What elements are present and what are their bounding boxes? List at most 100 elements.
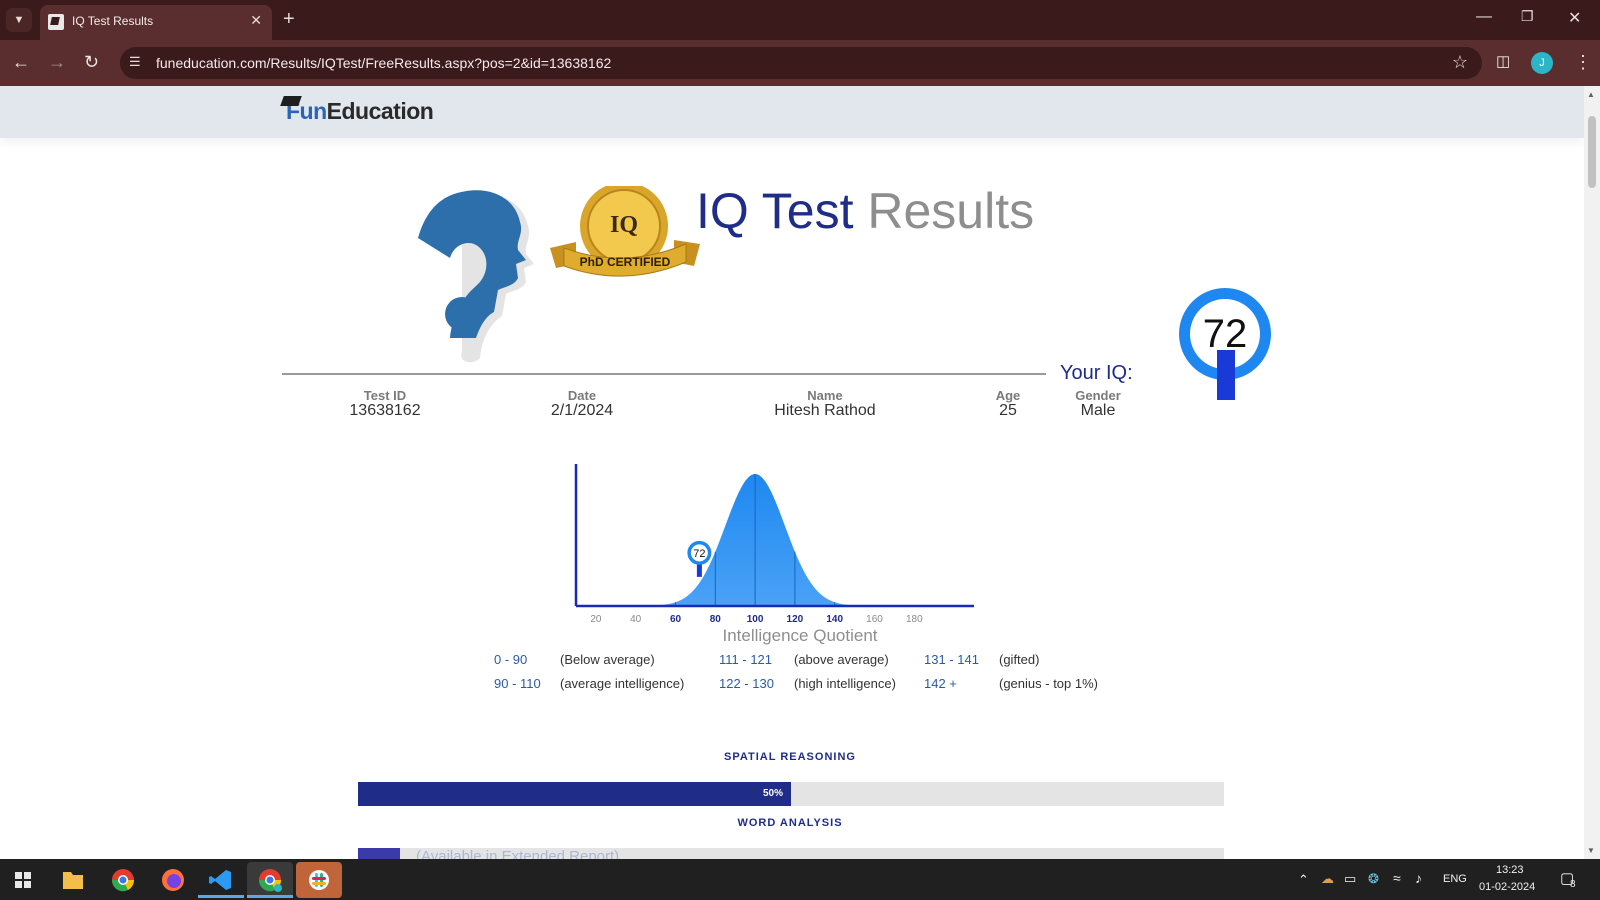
logo-text-education: Education [326, 98, 434, 124]
x-tick-label: 160 [866, 614, 883, 625]
taskbar-active-indicator [247, 895, 293, 898]
forward-arrow-icon[interactable]: → [48, 52, 66, 72]
legend-desc: (high intelligence) [794, 676, 896, 691]
legend-col-3: 131 - 141 (gifted) 142 + (genius - top 1%) [924, 652, 1098, 691]
word-locked-text[interactable]: (Available in Extended Report) [416, 848, 619, 859]
minimize-icon[interactable]: — [1476, 8, 1492, 26]
info-test-id: Test ID 13638162 [344, 388, 426, 420]
tray-chevron-icon[interactable]: ⌃ [1298, 872, 1309, 888]
back-arrow-icon[interactable]: ← [12, 52, 30, 72]
page-scrollbar[interactable]: ▲ ▼ [1584, 86, 1600, 859]
browser-tab-bar: ▼ IQ Test Results ✕ + — ❐ ✕ [0, 0, 1600, 40]
start-windows-icon[interactable] [0, 862, 46, 898]
your-iq-label: Your IQ: [1060, 362, 1133, 384]
slack-icon[interactable] [296, 862, 342, 898]
title-part-results: Results [867, 183, 1035, 239]
info-label-name: Name [807, 388, 843, 403]
url-text[interactable]: funeducation.com/Results/IQTest/FreeResu… [156, 55, 611, 71]
chrome-icon[interactable] [100, 862, 146, 898]
funeducation-logo[interactable]: FunEducation [280, 96, 434, 125]
legend-range: 142 + [924, 676, 957, 691]
tab-search-chevron-icon[interactable]: ▼ [6, 8, 32, 32]
weather-icon[interactable]: ☁ [1321, 871, 1334, 887]
vscode-icon[interactable] [198, 862, 244, 898]
file-explorer-icon[interactable] [50, 862, 96, 898]
graduation-cap-icon [280, 96, 302, 106]
browser-toolbar: ← → ↻ ☰ funeducation.com/Results/IQTest/… [0, 40, 1600, 86]
x-tick-label: 120 [787, 614, 804, 625]
bell-curve-area [576, 474, 974, 606]
battery-icon[interactable]: ▭ [1344, 871, 1356, 887]
legend-col-1: 0 - 90 (Below average) 90 - 110 (average i… [494, 652, 684, 691]
scroll-thumb[interactable] [1588, 116, 1596, 188]
site-info-icon[interactable]: ☰ [129, 54, 141, 70]
x-tick-label: 40 [630, 614, 642, 625]
legend-desc: (above average) [794, 652, 889, 667]
wifi-icon[interactable]: ≈ [1393, 870, 1401, 886]
profile-avatar[interactable]: J [1531, 52, 1553, 74]
info-label-test-id: Test ID [363, 388, 407, 403]
clock-time[interactable]: 13:23 [1496, 864, 1524, 876]
x-tick-label: 100 [747, 614, 764, 625]
site-favicon-icon [48, 14, 64, 30]
x-tick-label: 60 [670, 614, 682, 625]
x-tick-label: 20 [590, 614, 602, 625]
volume-icon[interactable]: ♪ [1415, 870, 1422, 886]
info-value-test-id: 13638162 [349, 402, 421, 419]
section-label-spatial: SPATIAL REASONING [724, 751, 856, 763]
info-value-date: 2/1/2024 [550, 402, 614, 419]
window-close-icon[interactable]: ✕ [1568, 8, 1581, 28]
tab-title: IQ Test Results [72, 14, 154, 28]
info-date: Date 2/1/2024 [541, 388, 623, 420]
svg-text:IQ: IQ [610, 212, 638, 238]
info-label-date: Date [567, 388, 597, 403]
side-panel-icon[interactable]: ◫ [1496, 52, 1510, 72]
slack-tray-icon[interactable]: ❂ [1368, 871, 1379, 887]
chrome-profile-icon[interactable] [247, 862, 293, 898]
clock-date[interactable]: 01-02-2024 [1479, 881, 1535, 893]
taskbar-running-indicator [198, 895, 244, 898]
scroll-up-icon[interactable]: ▲ [1587, 90, 1595, 99]
page-title: IQ Test Results [696, 182, 1034, 240]
language-indicator[interactable]: ENG [1443, 873, 1467, 885]
info-label-gender: Gender [1075, 388, 1121, 403]
legend-range: 90 - 110 [494, 676, 541, 691]
info-name: Name Hitesh Rathod [760, 388, 890, 420]
word-progress-bar: (Available in Extended Report) [358, 848, 1224, 859]
chart-title: Intelligence Quotient [722, 626, 878, 645]
browser-tab[interactable]: IQ Test Results ✕ [40, 5, 272, 40]
firefox-icon[interactable] [150, 862, 196, 898]
iq-score-pin: 72 [1179, 288, 1271, 400]
new-tab-plus-icon[interactable]: + [283, 8, 295, 30]
info-age: Age 25 [990, 388, 1026, 420]
iq-score-value: 72 [1203, 312, 1248, 356]
notification-count: 8 [1570, 879, 1576, 890]
legend-desc: (Below average) [560, 652, 655, 667]
address-bar[interactable]: ☰ funeducation.com/Results/IQTest/FreeRe… [120, 47, 1482, 79]
legend-col-2: 111 - 121 (above average) 122 - 130 (high … [719, 652, 896, 691]
title-part-iq-test: IQ Test [696, 183, 854, 239]
x-tick-label: 140 [826, 614, 843, 625]
windows-taskbar: ⌃ ☁ ▭ ❂ ≈ ♪ ENG 13:23 01-02-2024 ▢ 8 [0, 859, 1600, 900]
question-head-icon [418, 190, 534, 363]
site-header: FunEducation [0, 86, 1584, 138]
legend-range: 0 - 90 [494, 652, 528, 667]
marker-label: 72 [693, 548, 705, 560]
scroll-down-icon[interactable]: ▼ [1587, 846, 1595, 855]
reload-icon[interactable]: ↻ [84, 52, 99, 72]
section-label-word: WORD ANALYSIS [737, 817, 843, 829]
legend-desc: (average intelligence) [560, 676, 685, 691]
x-tick-label: 80 [710, 614, 722, 625]
x-tick-label: 180 [906, 614, 923, 625]
legend-range: 131 - 141 [924, 652, 979, 667]
info-value-name: Hitesh Rathod [774, 402, 876, 419]
legend-range: 122 - 130 [719, 676, 774, 691]
restore-icon[interactable]: ❐ [1521, 8, 1534, 25]
spatial-progress-fill: 50% [358, 782, 791, 806]
iq-distribution-chart: 20 40 60 80 100 120 140 160 180 72 [574, 464, 974, 625]
menu-kebab-icon[interactable]: ⋮ [1574, 52, 1592, 72]
tab-close-icon[interactable]: ✕ [250, 12, 262, 29]
legend-desc: (genius - top 1%) [999, 676, 1098, 691]
bookmark-star-icon[interactable]: ☆ [1452, 52, 1468, 73]
legend-range: 111 - 121 [719, 652, 773, 667]
